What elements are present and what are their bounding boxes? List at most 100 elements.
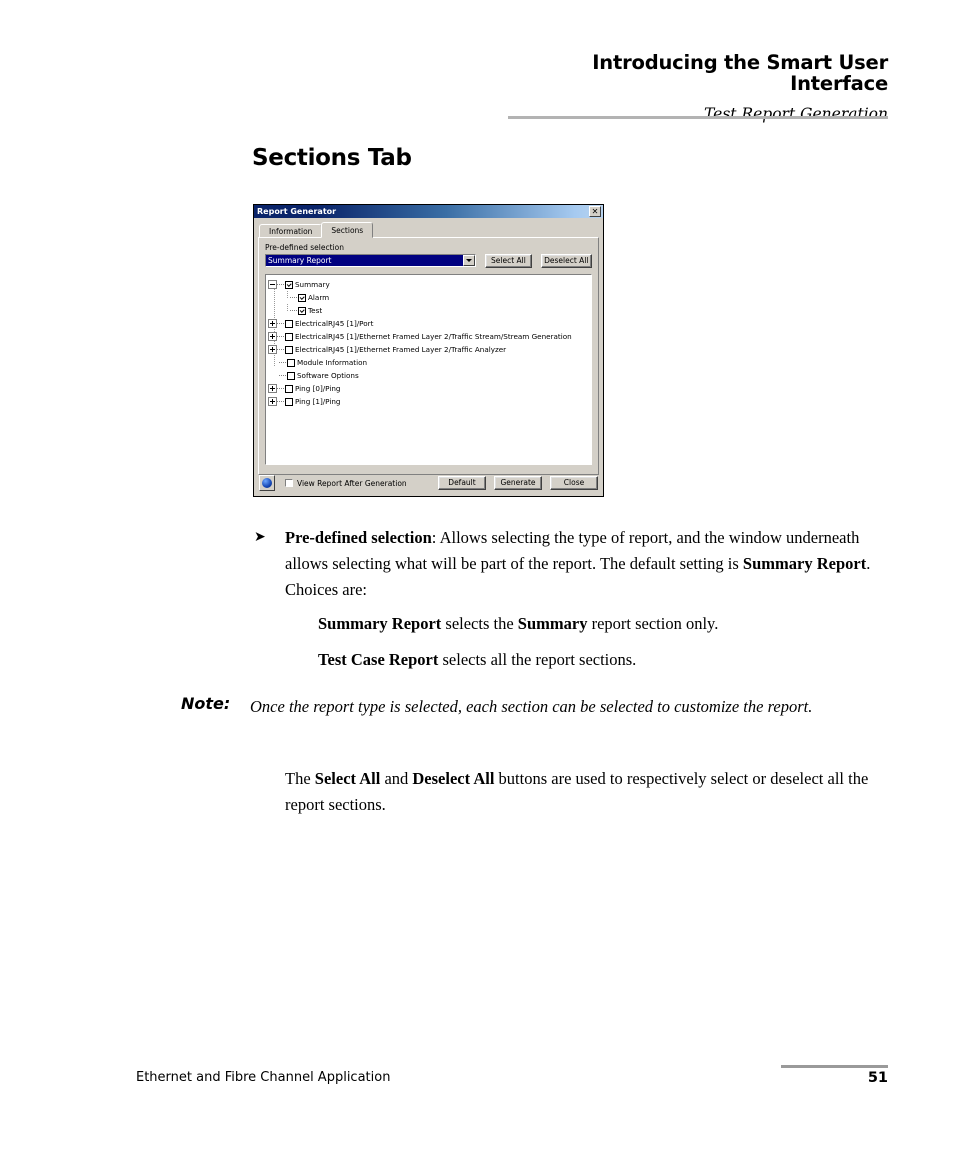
tree-checkbox[interactable] bbox=[285, 384, 293, 393]
expand-plus-icon[interactable] bbox=[268, 345, 277, 354]
tree-row[interactable]: Alarm bbox=[268, 291, 589, 304]
tree-checkbox[interactable] bbox=[285, 332, 293, 341]
tree-connector bbox=[287, 291, 289, 298]
collapse-minus-icon[interactable] bbox=[268, 280, 277, 289]
bullet-term-2: Summary Report bbox=[742, 554, 867, 573]
tree-connector bbox=[290, 309, 297, 312]
footer-divider bbox=[781, 1065, 888, 1068]
tab-sections[interactable]: Sections bbox=[321, 222, 374, 238]
tree-row[interactable]: Software Options bbox=[268, 369, 589, 382]
tree-row[interactable]: Ping [1]/Ping bbox=[268, 395, 589, 408]
tree-row[interactable]: Summary bbox=[268, 278, 589, 291]
checkbox-box[interactable] bbox=[285, 479, 293, 487]
page-header-subtitle: Test Report Generation bbox=[704, 104, 888, 123]
selectall-mid-text: and bbox=[380, 769, 413, 788]
report-generator-dialog: Report Generator ✕ Information Sections … bbox=[253, 204, 604, 497]
help-globe-icon[interactable] bbox=[259, 475, 275, 491]
tree-checkbox[interactable] bbox=[287, 371, 295, 380]
select-all-button[interactable]: Select All bbox=[485, 254, 532, 268]
bullet-predefined-selection: ➤ Pre-defined selection: Allows selectin… bbox=[254, 525, 885, 603]
tree-checkbox[interactable] bbox=[285, 319, 293, 328]
dialog-action-buttons: Default Generate Close bbox=[438, 476, 598, 490]
tree-row[interactable]: Test bbox=[268, 304, 589, 317]
summary-end-text: report section only. bbox=[587, 614, 719, 633]
footer-document-title: Ethernet and Fibre Channel Application bbox=[136, 1070, 391, 1085]
close-icon[interactable]: ✕ bbox=[589, 206, 601, 217]
deselect-all-button[interactable]: Deselect All bbox=[540, 254, 592, 268]
tree-row[interactable]: ElectricalRJ45 [1]/Ethernet Framed Layer… bbox=[268, 343, 589, 356]
tree-connector bbox=[277, 400, 284, 403]
view-report-label: View Report After Generation bbox=[297, 478, 407, 488]
page-header-title: Introducing the Smart User Interface bbox=[592, 51, 888, 96]
tree-checkbox[interactable] bbox=[285, 345, 293, 354]
note-text: Once the report type is selected, each s… bbox=[250, 697, 813, 716]
tree-checkbox[interactable] bbox=[298, 293, 306, 302]
generate-button[interactable]: Generate bbox=[494, 476, 542, 490]
tree-item-label: Ping [1]/Ping bbox=[295, 397, 341, 406]
view-report-after-generation-checkbox[interactable]: View Report After Generation bbox=[285, 479, 407, 488]
tree-checkbox[interactable] bbox=[287, 358, 295, 367]
sections-treeview[interactable]: Summary Alarm Test ElectricalRJ45 [1]/Po… bbox=[265, 274, 592, 465]
dialog-footer: View Report After Generation Default Gen… bbox=[259, 475, 598, 491]
tree-item-label: ElectricalRJ45 [1]/Ethernet Framed Layer… bbox=[295, 345, 507, 354]
chevron-down-icon[interactable] bbox=[463, 255, 476, 266]
tree-item-label: ElectricalRJ45 [1]/Ethernet Framed Layer… bbox=[295, 332, 572, 341]
test-case-report-term: Test Case Report bbox=[318, 650, 439, 669]
close-button[interactable]: Close bbox=[550, 476, 598, 490]
tree-connector bbox=[277, 283, 284, 286]
tree-item-label: Alarm bbox=[308, 293, 330, 302]
header-divider bbox=[508, 116, 888, 119]
bullet-arrow-icon: ➤ bbox=[254, 530, 266, 545]
tree-connector bbox=[279, 361, 286, 364]
expand-plus-icon[interactable] bbox=[268, 384, 277, 393]
tree-row[interactable]: Module Information bbox=[268, 356, 589, 369]
paragraph-summary-report: Summary Report selects the Summary repor… bbox=[318, 611, 888, 637]
test-case-text: selects all the report sections. bbox=[438, 650, 637, 669]
tree-item-label: Software Options bbox=[297, 371, 359, 380]
footer-page-number: 51 bbox=[867, 1070, 888, 1086]
tree-connector bbox=[287, 304, 289, 311]
select-all-term: Select All bbox=[314, 769, 381, 788]
predefined-selection-row: Summary Report Select All Deselect All bbox=[265, 254, 592, 268]
tree-row[interactable]: ElectricalRJ45 [1]/Ethernet Framed Layer… bbox=[268, 330, 589, 343]
tree-item-label: Summary bbox=[295, 280, 330, 289]
tree-item-label: ElectricalRJ45 [1]/Port bbox=[295, 319, 374, 328]
paragraph-select-all: The Select All and Deselect All buttons … bbox=[285, 766, 885, 818]
tree-item-label: Ping [0]/Ping bbox=[295, 384, 341, 393]
tree-connector bbox=[277, 387, 284, 390]
note-label: Note: bbox=[181, 694, 231, 713]
tree-connector bbox=[279, 374, 286, 377]
tree-item-label: Test bbox=[308, 306, 323, 315]
predefined-selection-combo[interactable]: Summary Report bbox=[265, 254, 477, 267]
bullet-term: Pre-defined selection bbox=[285, 528, 432, 547]
page-title: Sections Tab bbox=[252, 145, 412, 171]
tree-row[interactable]: ElectricalRJ45 [1]/Port bbox=[268, 317, 589, 330]
default-button[interactable]: Default bbox=[438, 476, 486, 490]
selectall-pre-text: The bbox=[285, 769, 315, 788]
sections-tab-panel: Pre-defined selection Summary Report Sel… bbox=[258, 237, 599, 475]
page-header: Introducing the Smart User Interface Tes… bbox=[508, 52, 888, 123]
dialog-titlebar: Report Generator ✕ bbox=[254, 205, 603, 218]
tree-connector bbox=[277, 335, 284, 338]
tree-checkbox[interactable] bbox=[298, 306, 306, 315]
paragraph-test-case-report: Test Case Report selects all the report … bbox=[318, 647, 888, 673]
tab-information[interactable]: Information bbox=[259, 224, 323, 238]
expand-plus-icon[interactable] bbox=[268, 319, 277, 328]
summary-term-2: Summary bbox=[517, 614, 588, 633]
tree-connector bbox=[277, 348, 284, 351]
tree-checkbox[interactable] bbox=[285, 280, 293, 289]
expand-plus-icon[interactable] bbox=[268, 397, 277, 406]
dialog-title: Report Generator bbox=[257, 207, 337, 216]
tree-connector bbox=[277, 322, 284, 325]
tab-strip: Information Sections bbox=[259, 222, 599, 238]
tree-checkbox[interactable] bbox=[285, 397, 293, 406]
tree-row[interactable]: Ping [0]/Ping bbox=[268, 382, 589, 395]
tree-connector bbox=[290, 296, 297, 299]
dialog-body: Information Sections Pre-defined selecti… bbox=[254, 218, 603, 496]
summary-mid-text: selects the bbox=[441, 614, 518, 633]
expand-plus-icon[interactable] bbox=[268, 332, 277, 341]
deselect-all-term: Deselect All bbox=[412, 769, 495, 788]
predefined-selection-value: Summary Report bbox=[266, 255, 464, 266]
